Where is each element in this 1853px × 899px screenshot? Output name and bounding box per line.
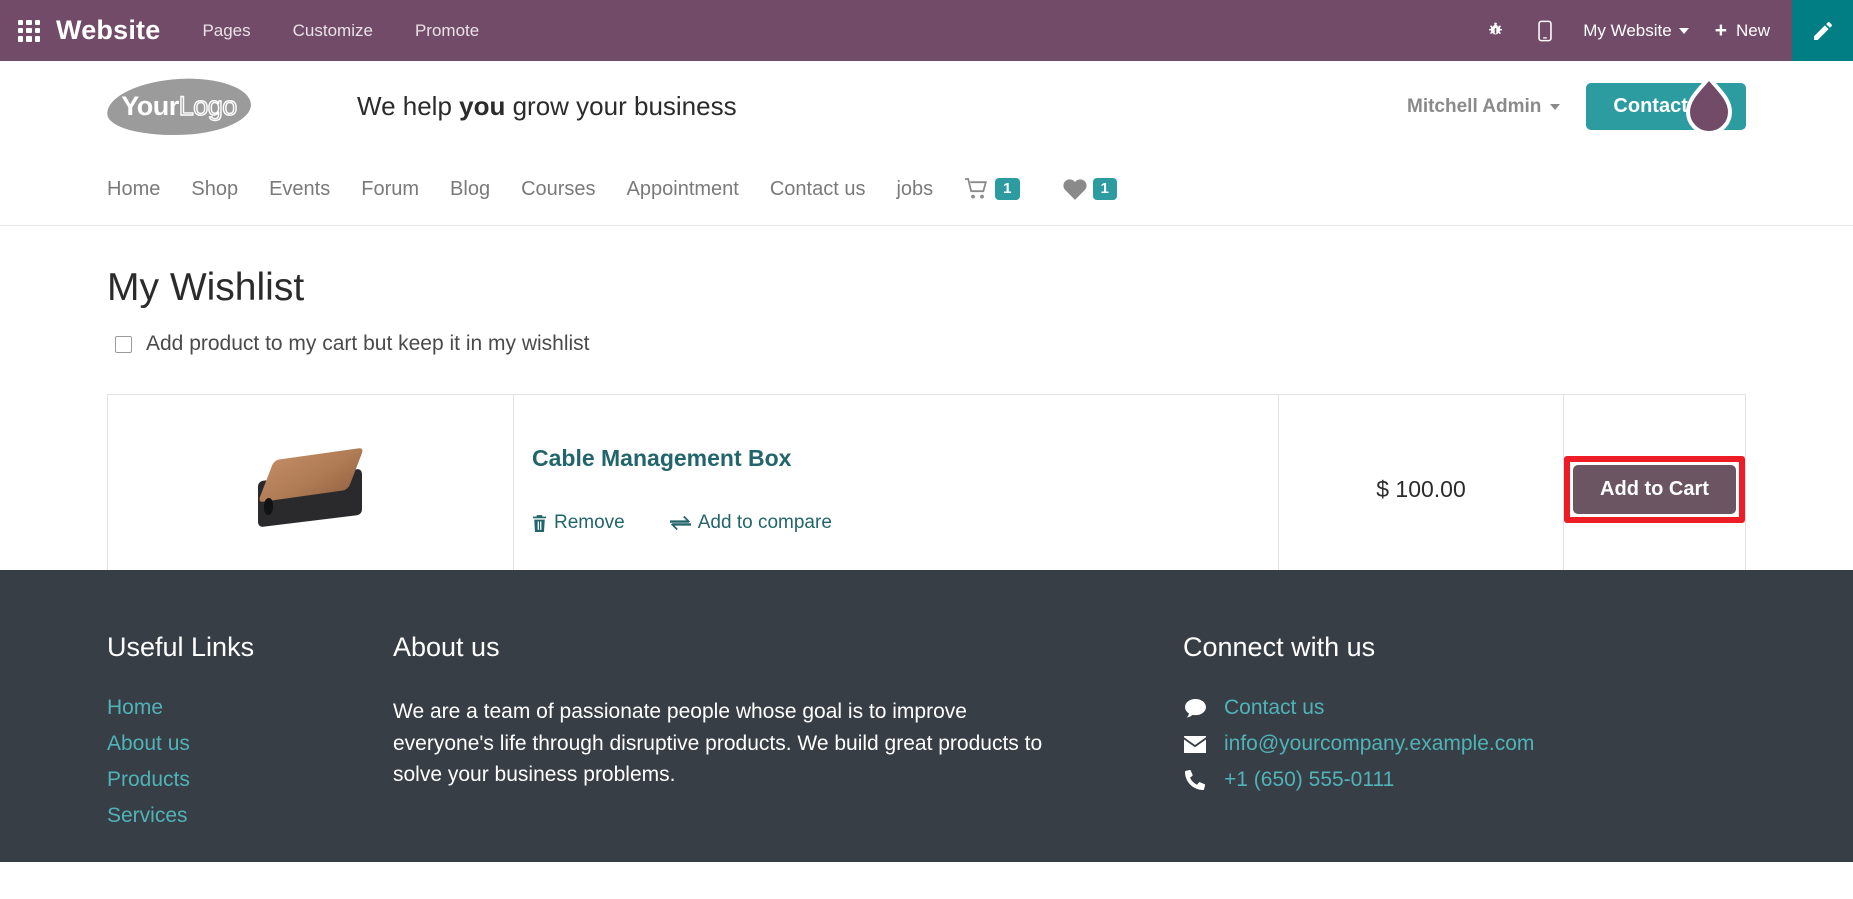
navbar-item-promote[interactable]: Promote — [415, 21, 479, 41]
footer-link-about-us[interactable]: About us — [107, 732, 393, 756]
footer-contact-us-row: Contact us — [1183, 696, 1746, 720]
footer-useful-links-column: Useful Links Home About us Products Serv… — [107, 632, 393, 862]
footer-email-link[interactable]: info@yourcompany.example.com — [1224, 732, 1534, 756]
website-selector-dropdown[interactable]: My Website — [1569, 21, 1703, 41]
footer-phone-row: +1 (650) 555-0111 — [1183, 768, 1746, 792]
footer-about-heading: About us — [393, 632, 500, 662]
website-selector-label: My Website — [1583, 20, 1672, 40]
navbar-item-customize[interactable]: Customize — [293, 21, 373, 41]
envelope-icon — [1183, 735, 1207, 753]
add-to-compare-link[interactable]: Add to compare — [669, 512, 832, 534]
nav-link-appointment[interactable]: Appointment — [627, 178, 739, 201]
heart-icon — [1062, 179, 1087, 200]
wishlist-count-badge: 1 — [1092, 177, 1117, 201]
logo-text: YourLogo — [107, 90, 251, 121]
page-title: My Wishlist — [107, 266, 305, 309]
keep-in-wishlist-row: Add product to my cart but keep it in my… — [107, 332, 1746, 356]
footer-about-column: About us We are a team of passionate peo… — [393, 632, 1183, 862]
apps-grid-icon[interactable] — [18, 19, 40, 42]
cart-count-badge: 1 — [995, 177, 1020, 201]
product-cart-cell: Add to Cart — [1564, 395, 1746, 585]
shopping-cart-icon — [965, 178, 988, 199]
footer-connect-column: Connect with us Contact us info@yourcomp… — [1183, 632, 1746, 862]
keep-in-wishlist-label: Add product to my cart but keep it in my… — [146, 332, 590, 355]
nav-link-contact-us[interactable]: Contact us — [770, 178, 866, 201]
new-button[interactable]: + New — [1703, 20, 1792, 41]
table-row: Cable Management Box Remove Add to compa… — [107, 394, 1746, 585]
product-price-cell: $ 100.00 — [1278, 394, 1564, 585]
odoo-top-navbar: Website Pages Customize Promote My Websi… — [0, 0, 1853, 61]
nav-link-jobs[interactable]: jobs — [896, 178, 933, 201]
tagline-part-2: grow your business — [505, 91, 737, 121]
remove-product-label: Remove — [554, 512, 625, 533]
remove-product-link[interactable]: Remove — [532, 512, 625, 534]
nav-link-events[interactable]: Events — [269, 178, 330, 201]
chevron-down-icon — [1678, 27, 1689, 34]
keep-in-wishlist-checkbox[interactable] — [115, 335, 132, 353]
navbar-item-pages[interactable]: Pages — [202, 21, 250, 41]
product-image-cell — [107, 394, 514, 585]
logo-logo-text: Logo — [178, 90, 238, 121]
footer-contact-us-link[interactable]: Contact us — [1224, 696, 1324, 720]
nav-link-shop[interactable]: Shop — [191, 178, 238, 201]
site-logo[interactable]: YourLogo — [105, 74, 253, 139]
site-header: YourLogo We help you grow your business … — [0, 61, 1853, 153]
header-right-group: Mitchell Admin Contact Us — [1407, 75, 1746, 135]
footer-connect-heading: Connect with us — [1183, 632, 1376, 662]
cart-button[interactable]: 1 — [964, 177, 1020, 201]
tagline-bold: you — [459, 91, 506, 121]
product-name-link[interactable]: Cable Management Box — [532, 445, 1278, 472]
site-tagline: We help you grow your business — [357, 91, 737, 122]
site-navigation: Home Shop Events Forum Blog Courses Appo… — [0, 153, 1853, 226]
user-name-label: Mitchell Admin — [1407, 95, 1542, 117]
footer-about-text: We are a team of passionate people whose… — [393, 700, 1043, 786]
product-image-notch — [263, 497, 273, 516]
chevron-down-icon — [1550, 103, 1561, 110]
nav-link-courses[interactable]: Courses — [521, 178, 595, 201]
footer-email-row: info@yourcompany.example.com — [1183, 732, 1746, 756]
nav-link-home[interactable]: Home — [107, 178, 160, 201]
new-button-label: New — [1735, 20, 1770, 40]
phone-icon — [1183, 770, 1207, 790]
product-info-cell: Cable Management Box Remove Add to compa… — [513, 394, 1279, 585]
product-actions: Remove Add to compare — [532, 512, 1278, 534]
footer-link-services[interactable]: Services — [107, 804, 393, 828]
product-image[interactable] — [256, 447, 366, 528]
product-price: $ 100.00 — [1376, 476, 1466, 502]
wishlist-button[interactable]: 1 — [1062, 177, 1117, 201]
edit-page-button[interactable] — [1792, 0, 1853, 61]
tagline-part-1: We help — [357, 91, 460, 121]
comment-icon — [1183, 698, 1207, 718]
logo-your-text: Your — [121, 90, 179, 121]
user-menu-dropdown[interactable]: Mitchell Admin — [1407, 95, 1561, 118]
odoo-brand-title[interactable]: Website — [56, 15, 160, 46]
navbar-right-group: My Website + New — [1470, 0, 1853, 61]
trash-icon — [532, 514, 547, 532]
footer-link-products[interactable]: Products — [107, 768, 393, 792]
nav-link-blog[interactable]: Blog — [450, 178, 490, 201]
bug-icon[interactable] — [1470, 21, 1521, 40]
add-to-cart-button[interactable]: Add to Cart — [1573, 465, 1736, 514]
main-content: My Wishlist Add product to my cart but k… — [0, 226, 1853, 585]
footer-useful-links-heading: Useful Links — [107, 632, 255, 662]
footer-link-home[interactable]: Home — [107, 696, 393, 720]
pencil-edit-icon — [1813, 21, 1832, 40]
site-footer: Useful Links Home About us Products Serv… — [0, 570, 1853, 862]
exchange-arrows-icon — [669, 515, 691, 531]
plus-icon: + — [1714, 19, 1727, 42]
contact-us-button[interactable]: Contact Us — [1586, 83, 1746, 130]
add-to-compare-label: Add to compare — [697, 512, 832, 533]
nav-link-forum[interactable]: Forum — [361, 178, 419, 201]
add-to-cart-wrapper: Add to Cart — [1564, 456, 1745, 523]
wishlist-table: Cable Management Box Remove Add to compa… — [107, 394, 1746, 585]
footer-phone-link[interactable]: +1 (650) 555-0111 — [1224, 768, 1394, 792]
mobile-preview-icon[interactable] — [1521, 20, 1569, 42]
